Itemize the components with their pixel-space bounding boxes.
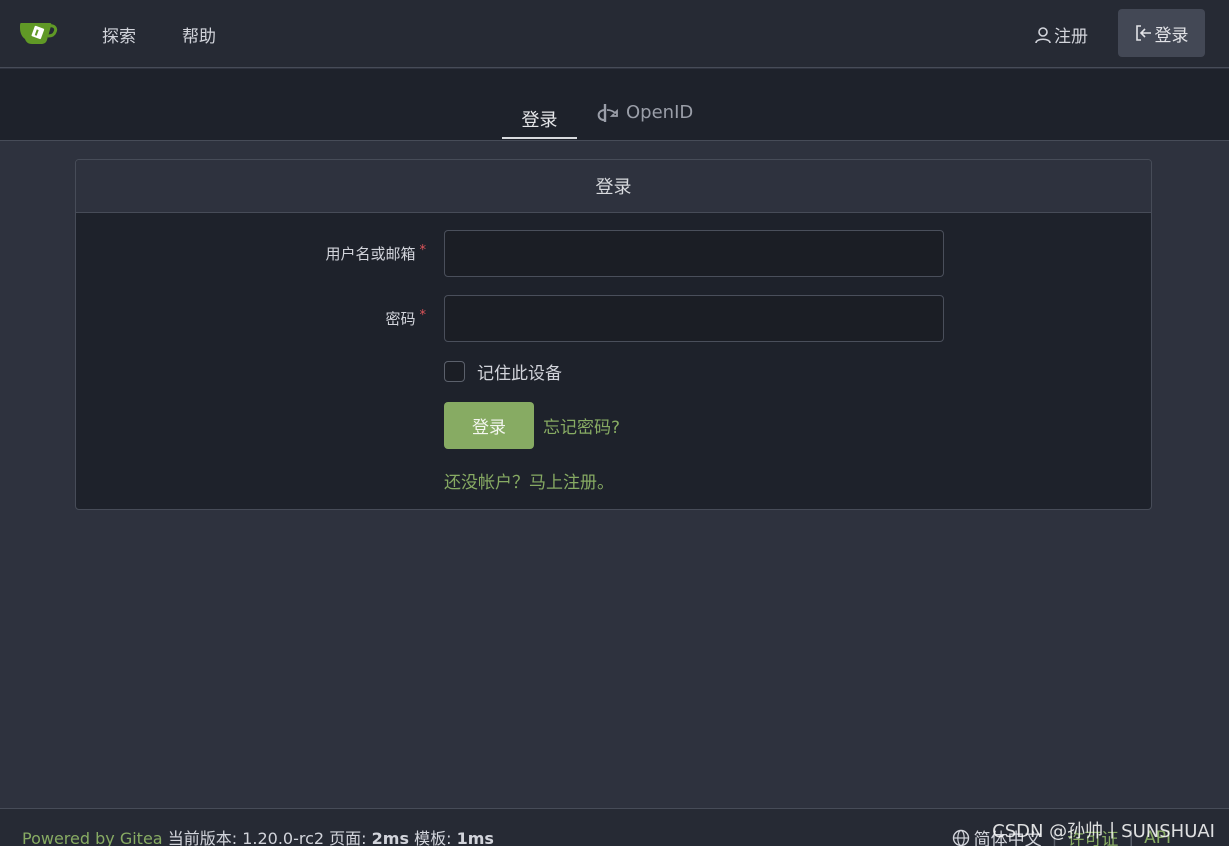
version-value: 1.20.0-rc2 bbox=[242, 829, 325, 846]
login-card: 登录 用户名或邮箱 * 密码 * 记住此设备 登录 忘记密码? 还没帐户？马上注册。 bbox=[75, 159, 1152, 510]
page-time-value: 2ms bbox=[371, 829, 409, 846]
nav-login-label: 登录 bbox=[1154, 25, 1189, 46]
nav-login-button[interactable]: 登录 bbox=[1118, 9, 1205, 57]
version-label: 当前版本: bbox=[167, 829, 238, 846]
sign-in-icon bbox=[1135, 25, 1151, 41]
password-input[interactable] bbox=[444, 295, 944, 342]
password-label: 密码 * bbox=[276, 308, 426, 329]
page-footer: Powered by Gitea 当前版本: 1.20.0-rc2 页面: 2m… bbox=[0, 808, 1229, 846]
auth-tabs: 登录 OpenID bbox=[0, 69, 1229, 141]
globe-icon bbox=[952, 829, 969, 846]
remember-device-label: 记住此设备 bbox=[477, 364, 562, 384]
forgot-password-link[interactable]: 忘记密码? bbox=[543, 413, 620, 438]
required-mark: * bbox=[419, 308, 427, 323]
nav-register-label: 注册 bbox=[1054, 27, 1088, 47]
tab-openid[interactable]: OpenID bbox=[596, 102, 693, 123]
username-label-text: 用户名或邮箱 bbox=[325, 245, 416, 263]
remember-device-checkbox[interactable] bbox=[444, 361, 465, 382]
footer-info: Powered by Gitea 当前版本: 1.20.0-rc2 页面: 2m… bbox=[22, 825, 494, 846]
login-card-title: 登录 bbox=[595, 177, 632, 198]
login-card-header: 登录 bbox=[76, 160, 1151, 213]
nav-help-link[interactable]: 帮助 bbox=[182, 22, 216, 47]
openid-icon bbox=[597, 103, 618, 122]
csdn-watermark: CSDN @孙帅丨SUNSHUAI bbox=[992, 821, 1215, 842]
nav-register-link[interactable]: 注册 bbox=[1034, 22, 1088, 47]
login-submit-button[interactable]: 登录 bbox=[444, 402, 534, 449]
nav-explore-link[interactable]: 探索 bbox=[102, 22, 136, 47]
person-icon bbox=[1035, 26, 1051, 43]
gitea-logo-icon[interactable] bbox=[20, 18, 58, 46]
top-navbar: 探索 帮助 注册 登录 bbox=[0, 0, 1229, 68]
tab-login-label: 登录 bbox=[521, 110, 558, 131]
signup-link[interactable]: 还没帐户？马上注册。 bbox=[444, 468, 614, 493]
powered-by-link[interactable]: Powered by Gitea bbox=[22, 829, 163, 846]
username-input[interactable] bbox=[444, 230, 944, 277]
template-time-label: 模板: bbox=[414, 829, 452, 846]
template-time-value: 1ms bbox=[456, 829, 494, 846]
password-label-text: 密码 bbox=[385, 310, 416, 328]
tab-openid-label: OpenID bbox=[626, 102, 694, 123]
remember-device-row[interactable]: 记住此设备 bbox=[444, 359, 562, 384]
tab-login[interactable]: 登录 bbox=[502, 101, 577, 139]
page-time-label: 页面: bbox=[329, 829, 367, 846]
username-label: 用户名或邮箱 * bbox=[276, 243, 426, 264]
required-mark: * bbox=[419, 243, 427, 258]
